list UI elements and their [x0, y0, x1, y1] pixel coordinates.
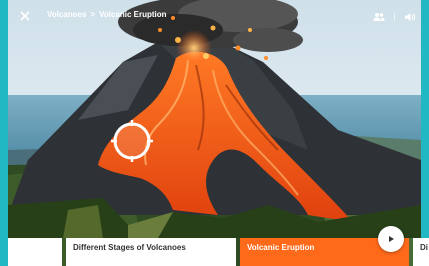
play-button[interactable] — [378, 226, 404, 252]
breadcrumb-parent[interactable]: Volcanoes — [47, 10, 86, 19]
toolbar-divider — [394, 13, 395, 21]
play-icon — [389, 236, 394, 242]
timeline-card-previous[interactable] — [8, 238, 62, 266]
volcano-illustration — [8, 0, 421, 266]
top-bar: Volcanoes > Volcanic Eruption — [8, 0, 421, 34]
breadcrumb-current: Volcanic Eruption — [99, 10, 167, 19]
volcano-scene — [8, 0, 421, 266]
breadcrumb: Volcanoes > Volcanic Eruption — [47, 10, 167, 19]
timeline-card-label: Different Stages of Volcanoes — [73, 243, 186, 252]
timeline-card-label: Volcanic Eruption — [247, 243, 315, 252]
group-icon[interactable] — [372, 10, 386, 24]
breadcrumb-separator: > — [90, 10, 96, 19]
app-window: Volcanoes > Volcanic Eruption Different … — [0, 0, 429, 266]
top-icons — [372, 10, 417, 24]
volume-icon[interactable] — [403, 10, 417, 24]
timeline-card-different-stages[interactable]: Different Stages of Volcanoes — [66, 238, 236, 266]
timeline-card-next[interactable]: Di — [413, 238, 429, 266]
close-icon[interactable] — [17, 8, 33, 24]
timeline-card-label: Di — [420, 243, 428, 252]
hotspot-ring-icon[interactable] — [109, 118, 155, 164]
